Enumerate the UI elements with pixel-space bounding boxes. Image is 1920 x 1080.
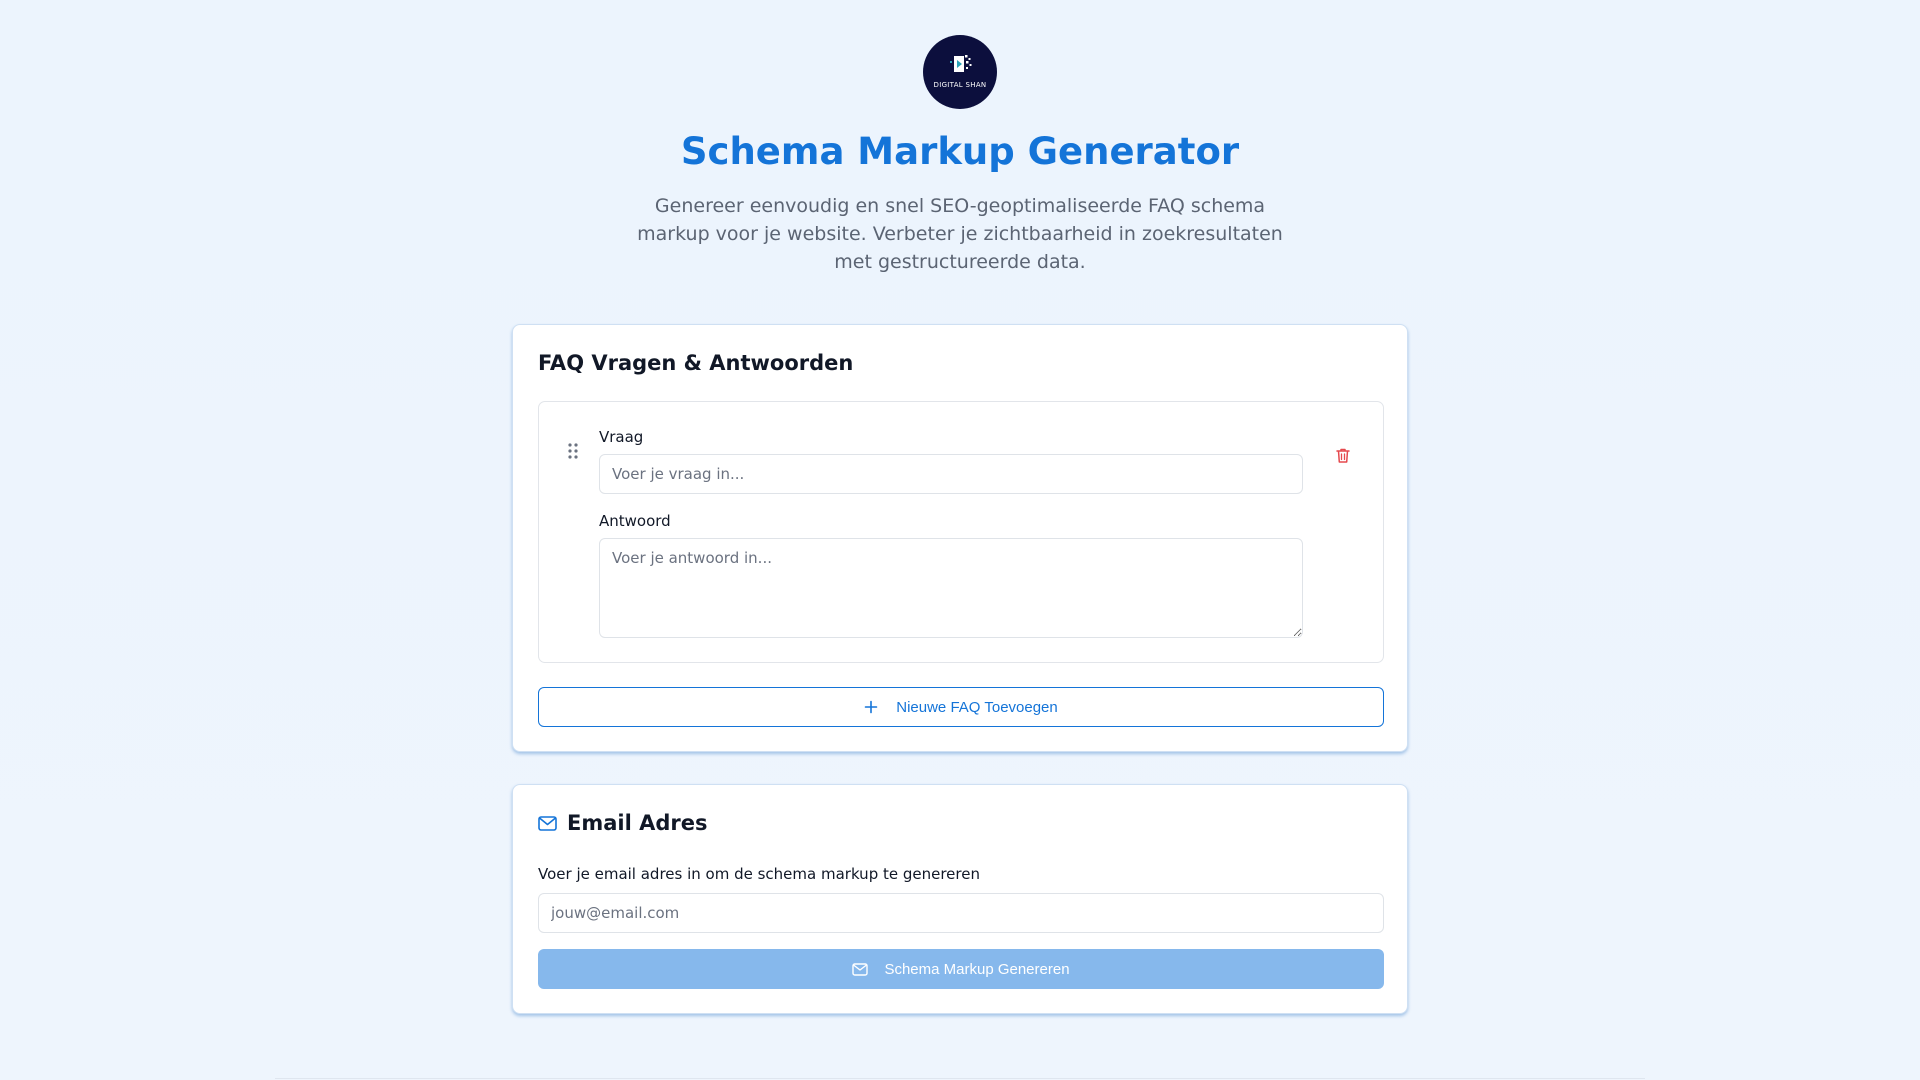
generate-schema-button[interactable]: Schema Markup Genereren <box>538 949 1384 989</box>
footer-divider <box>275 1078 1645 1079</box>
logo-mark-icon <box>950 55 972 72</box>
add-faq-button-label: Nieuwe FAQ Toevoegen <box>896 698 1058 716</box>
page-subtitle: Genereer eenvoudig en snel SEO-geoptimal… <box>637 195 1283 273</box>
trash-icon <box>1336 448 1350 463</box>
email-section-header: Email Adres <box>538 811 708 835</box>
mail-icon <box>538 815 557 831</box>
answer-label: Antwoord <box>599 512 671 530</box>
question-input[interactable] <box>599 454 1303 494</box>
page-title: Schema Markup Generator <box>680 130 1240 173</box>
generate-schema-button-label: Schema Markup Genereren <box>884 960 1070 978</box>
plus-icon <box>864 700 878 714</box>
grip-vertical-icon[interactable] <box>567 442 579 460</box>
email-input[interactable] <box>538 893 1384 933</box>
mail-icon <box>852 962 869 976</box>
faq-section-title: FAQ Vragen & Antwoorden <box>538 351 854 375</box>
faq-card: FAQ Vragen & Antwoorden Vraag Antwoord <box>512 324 1408 752</box>
brand-logo: DIGITAL SHAN <box>923 35 997 109</box>
faq-item: Vraag Antwoord <box>538 401 1384 663</box>
delete-faq-button[interactable] <box>1332 444 1354 466</box>
add-faq-button[interactable]: Nieuwe FAQ Toevoegen <box>538 687 1384 727</box>
question-label: Vraag <box>599 428 644 446</box>
email-description: Voer je email adres in om de schema mark… <box>538 865 980 883</box>
email-card: Email Adres Voer je email adres in om de… <box>512 784 1408 1014</box>
answer-textarea[interactable] <box>599 538 1303 638</box>
logo-text: DIGITAL SHAN <box>933 81 987 89</box>
email-section-title: Email Adres <box>567 811 708 835</box>
